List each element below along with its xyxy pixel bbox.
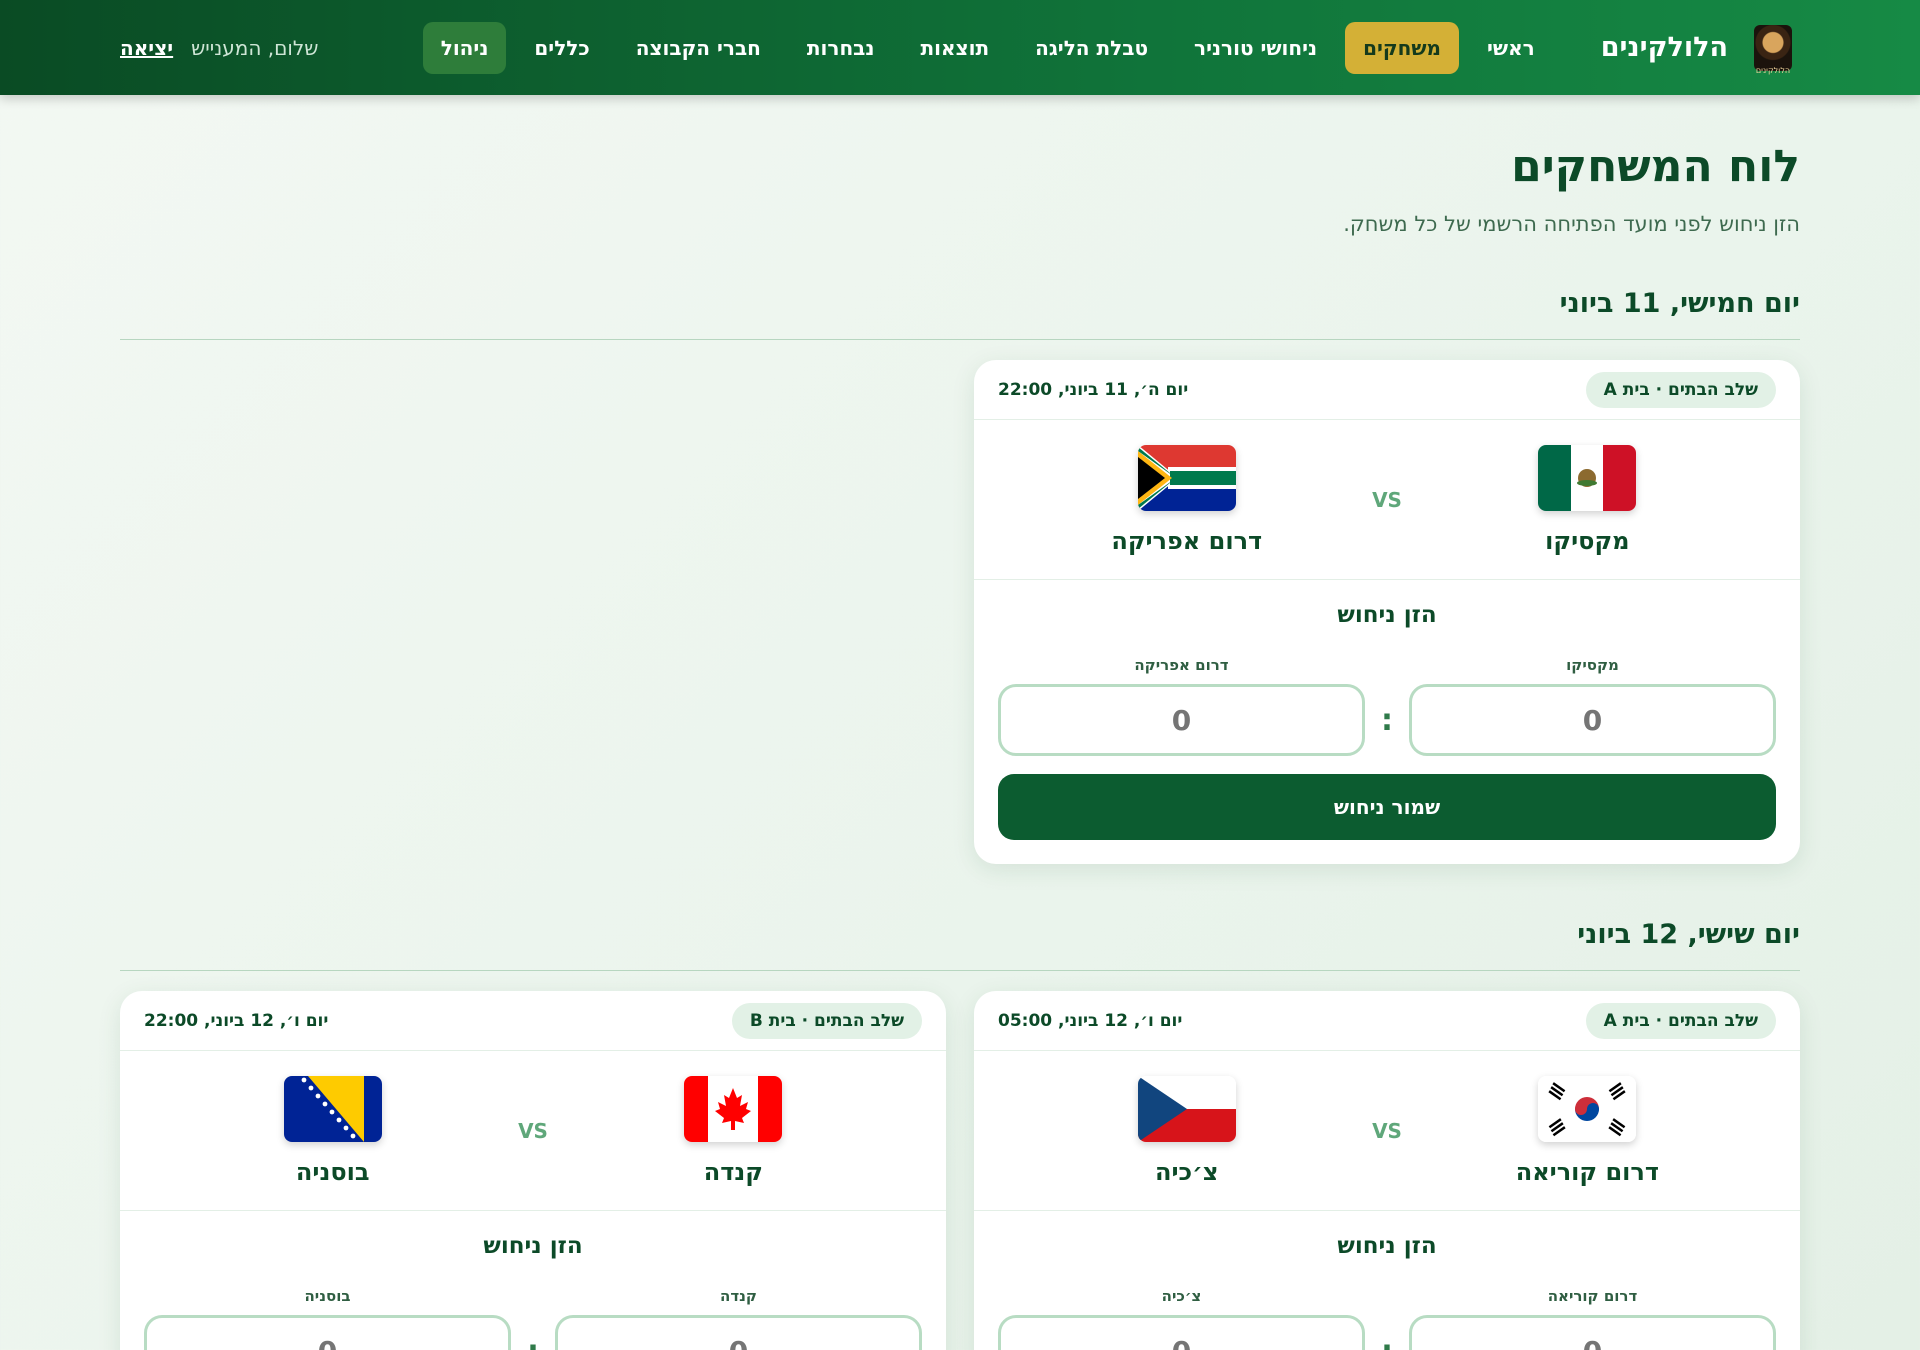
match-teams: קנדה VS בוסניה xyxy=(120,1051,946,1211)
nav-item-rules[interactable]: כללים xyxy=(516,22,607,74)
nav-item-tournament-predictions[interactable]: ניחושי טורניר xyxy=(1176,22,1335,74)
stage-badge: שלב הבתים · בית A xyxy=(1585,1002,1776,1039)
czechia-flag-icon xyxy=(1137,1075,1236,1142)
match-card-header: שלב הבתים · בית B יום ו׳, 12 ביוני, 22:0… xyxy=(120,991,946,1051)
nav-item-matches[interactable]: משחקים xyxy=(1345,21,1460,74)
home-score-group: דרום קוריאה xyxy=(1409,1287,1776,1350)
away-team: דרום אפריקה xyxy=(1067,444,1307,555)
user-greeting: שלום, המענייש xyxy=(191,35,319,60)
day-section: יום חמישי, 11 ביוני שלב הבתים · בית A יו… xyxy=(120,288,1800,864)
stage-badge: שלב הבתים · בית B xyxy=(731,1002,922,1039)
match-card: שלב הבתים · בית A יום ה׳, 11 ביוני, 22:0… xyxy=(974,360,1800,864)
canada-flag-icon xyxy=(684,1075,783,1142)
prediction-title: הזן ניחוש xyxy=(483,1233,583,1259)
away-score-group: בוסניה xyxy=(144,1287,511,1350)
nav-item-teams[interactable]: נבחרות xyxy=(789,22,893,74)
brand-logo-icon: הלולקינים xyxy=(1754,24,1792,75)
score-separator: : xyxy=(527,1334,539,1350)
away-score-group: צ׳כיה xyxy=(998,1287,1365,1350)
home-score-group: מקסיקו xyxy=(1409,656,1776,756)
south-africa-flag-icon xyxy=(1137,444,1236,511)
away-score-group: דרום אפריקה xyxy=(998,656,1365,756)
kickoff-time: יום ו׳, 12 ביוני, 22:00 xyxy=(144,1010,329,1031)
bosnia-flag-icon xyxy=(283,1075,382,1142)
prediction-form: הזן ניחוש דרום קוריאה : צ׳כיה xyxy=(974,1211,1800,1350)
away-team-name: בוסניה xyxy=(295,1157,370,1186)
page-subtitle: הזן ניחוש לפני מועד הפתיחה הרשמי של כל מ… xyxy=(1343,212,1800,236)
brand-logo-caption: הלולקינים xyxy=(1755,65,1791,75)
main-nav: ראשי משחקים ניחושי טורניר טבלת הליגה תוצ… xyxy=(318,21,1553,74)
prediction-form: הזן ניחוש קנדה : בוסניה xyxy=(120,1211,946,1350)
top-navigation-bar: הלולקינים הלולקינים ראשי משחקים ניחושי ט… xyxy=(0,0,1920,95)
home-score-label: מקסיקו xyxy=(1566,656,1619,674)
day-heading: יום חמישי, 11 ביוני xyxy=(120,288,1800,340)
home-team-name: מקסיקו xyxy=(1545,526,1630,555)
home-team: קנדה xyxy=(613,1075,853,1186)
home-team: דרום קוריאה xyxy=(1467,1075,1707,1186)
score-inputs-row: דרום קוריאה : צ׳כיה xyxy=(998,1287,1776,1350)
day-heading: יום שישי, 12 ביוני xyxy=(120,919,1800,971)
vs-label: VS xyxy=(518,1118,548,1143)
brand[interactable]: הלולקינים הלולקינים xyxy=(1600,24,1792,75)
day-section: יום שישי, 12 ביוני שלב הבתים · בית A יום… xyxy=(120,919,1800,1350)
brand-name: הלולקינים xyxy=(1600,32,1728,63)
nav-item-home[interactable]: ראשי xyxy=(1469,22,1553,74)
logout-link[interactable]: יציאה xyxy=(120,36,173,60)
away-score-label: צ׳כיה xyxy=(1161,1287,1202,1305)
nav-item-group-members[interactable]: חברי הקבוצה xyxy=(618,22,779,74)
stage-badge: שלב הבתים · בית A xyxy=(1585,371,1776,408)
kickoff-time: יום ו׳, 12 ביוני, 05:00 xyxy=(998,1010,1183,1031)
match-teams: מקסיקו VS דרום אפריקה xyxy=(974,420,1800,580)
mexico-flag-icon xyxy=(1538,444,1637,511)
user-area: שלום, המענייש יציאה xyxy=(120,36,318,60)
home-score-input[interactable] xyxy=(555,1315,922,1350)
away-score-input[interactable] xyxy=(998,1315,1365,1350)
match-teams: דרום קוריאה VS צ׳כיה xyxy=(974,1051,1800,1211)
score-separator: : xyxy=(1381,703,1393,738)
away-team: בוסניה xyxy=(213,1075,453,1186)
home-score-group: קנדה xyxy=(555,1287,922,1350)
home-team: מקסיקו xyxy=(1467,444,1707,555)
home-score-label: קנדה xyxy=(720,1287,757,1305)
prediction-title: הזן ניחוש xyxy=(1337,602,1437,628)
vs-label: VS xyxy=(1372,1118,1402,1143)
home-team-name: קנדה xyxy=(703,1157,763,1186)
nav-item-admin[interactable]: ניהול xyxy=(422,21,507,74)
home-score-input[interactable] xyxy=(1409,1315,1776,1350)
home-score-label: דרום קוריאה xyxy=(1547,1287,1638,1305)
prediction-form: הזן ניחוש מקסיקו : דרום אפריקה שמור ניחו… xyxy=(974,580,1800,864)
score-inputs-row: קנדה : בוסניה xyxy=(144,1287,922,1350)
score-separator: : xyxy=(1381,1334,1393,1350)
prediction-title: הזן ניחוש xyxy=(1337,1233,1437,1259)
away-score-input[interactable] xyxy=(998,684,1365,756)
match-card: שלב הבתים · בית B יום ו׳, 12 ביוני, 22:0… xyxy=(120,991,946,1350)
page-title: לוח המשחקים xyxy=(1511,141,1800,192)
away-score-label: בוסניה xyxy=(304,1287,351,1305)
nav-item-league-table[interactable]: טבלת הליגה xyxy=(1017,22,1166,74)
away-score-label: דרום אפריקה xyxy=(1134,656,1229,674)
away-team: צ׳כיה xyxy=(1067,1075,1307,1186)
nav-item-results[interactable]: תוצאות xyxy=(902,22,1007,74)
match-card-header: שלב הבתים · בית A יום ה׳, 11 ביוני, 22:0… xyxy=(974,360,1800,420)
home-score-input[interactable] xyxy=(1409,684,1776,756)
match-card: שלב הבתים · בית A יום ו׳, 12 ביוני, 05:0… xyxy=(974,991,1800,1350)
main-content: לוח המשחקים הזן ניחוש לפני מועד הפתיחה ה… xyxy=(0,95,1920,1350)
away-team-name: צ׳כיה xyxy=(1154,1157,1219,1186)
away-score-input[interactable] xyxy=(144,1315,511,1350)
vs-label: VS xyxy=(1372,487,1402,512)
away-team-name: דרום אפריקה xyxy=(1111,526,1263,555)
matches-grid: שלב הבתים · בית A יום ו׳, 12 ביוני, 05:0… xyxy=(120,991,1800,1350)
home-team-name: דרום קוריאה xyxy=(1515,1157,1659,1186)
save-prediction-button[interactable]: שמור ניחוש xyxy=(998,774,1776,840)
match-card-header: שלב הבתים · בית A יום ו׳, 12 ביוני, 05:0… xyxy=(974,991,1800,1051)
matches-grid: שלב הבתים · בית A יום ה׳, 11 ביוני, 22:0… xyxy=(120,360,1800,864)
score-inputs-row: מקסיקו : דרום אפריקה xyxy=(998,656,1776,756)
kickoff-time: יום ה׳, 11 ביוני, 22:00 xyxy=(998,379,1189,400)
south-korea-flag-icon xyxy=(1538,1075,1637,1142)
